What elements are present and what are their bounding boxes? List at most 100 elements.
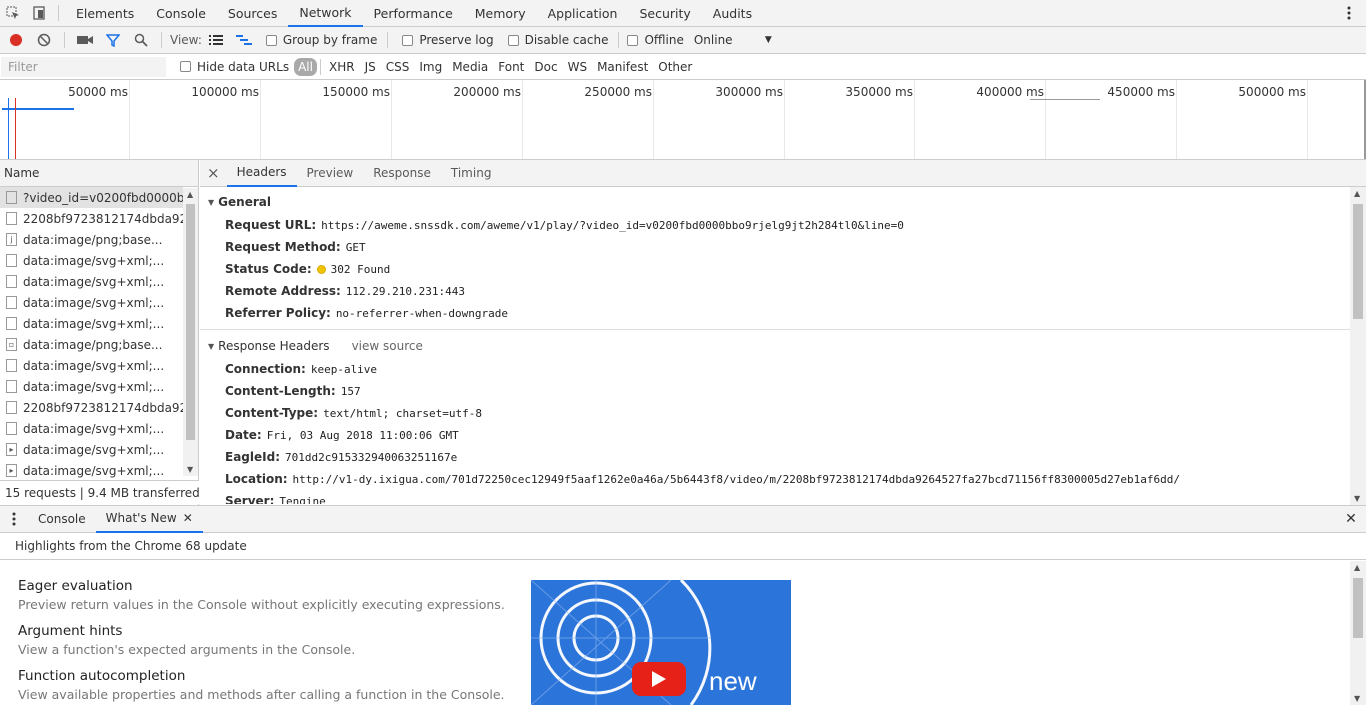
header-row-remote-address: Remote Address: 112.29.210.231:443 xyxy=(208,280,1350,302)
filter-type-css[interactable]: CSS xyxy=(381,58,415,76)
offline-checkbox[interactable]: Offline xyxy=(627,33,684,47)
filter-type-ws[interactable]: WS xyxy=(563,58,592,76)
filter-type-media[interactable]: Media xyxy=(447,58,493,76)
throttling-select[interactable]: Online ▼ xyxy=(694,33,772,47)
tab-memory[interactable]: Memory xyxy=(464,0,537,27)
tab-console[interactable]: Console xyxy=(145,0,217,27)
detail-scrollbar[interactable]: ▲ ▼ xyxy=(1350,187,1366,505)
file-type-icon xyxy=(6,212,17,225)
youtube-play-icon[interactable] xyxy=(632,662,686,696)
request-row[interactable]: data:image/svg+xml;... xyxy=(0,271,183,292)
drawer-scrollbar[interactable]: ▲ ▼ xyxy=(1350,561,1366,705)
scrollbar-thumb[interactable] xyxy=(1353,204,1363,319)
preserve-log-checkbox[interactable]: Preserve log xyxy=(402,33,494,47)
request-name: data:image/svg+xml;... xyxy=(23,274,165,289)
more-options-icon[interactable] xyxy=(1336,0,1362,26)
header-key: Date: xyxy=(225,428,262,442)
tab-elements[interactable]: Elements xyxy=(65,0,145,27)
filter-type-img[interactable]: Img xyxy=(414,58,447,76)
tab-network[interactable]: Network xyxy=(288,0,363,27)
hide-data-urls-checkbox[interactable]: Hide data URLs xyxy=(180,60,289,74)
tab-headers[interactable]: Headers xyxy=(226,160,297,187)
request-row[interactable]: data:image/svg+xml;... xyxy=(0,376,183,397)
request-row[interactable]: 2208bf9723812174dbda92645 xyxy=(0,397,183,418)
whats-new-video-thumbnail[interactable]: new xyxy=(531,580,791,705)
request-row[interactable]: 2208bf9723812174dbda92645 xyxy=(0,208,183,229)
scroll-down-arrow-icon[interactable]: ▼ xyxy=(1354,494,1360,503)
request-row[interactable]: data:image/svg+xml;... xyxy=(0,418,183,439)
response-headers-section-header[interactable]: ▼ Response Headers view source xyxy=(208,334,1350,358)
disable-cache-checkbox[interactable]: Disable cache xyxy=(507,33,608,47)
tab-application[interactable]: Application xyxy=(537,0,629,27)
request-row[interactable]: ▫ data:image/png;base... xyxy=(0,334,183,355)
scroll-up-arrow-icon[interactable]: ▲ xyxy=(1354,189,1360,198)
tab-sources[interactable]: Sources xyxy=(217,0,288,27)
scroll-up-arrow-icon[interactable]: ▲ xyxy=(187,190,193,199)
view-label: View: xyxy=(170,33,202,47)
tab-response[interactable]: Response xyxy=(363,160,441,187)
timeline-tick-label: 200000 ms xyxy=(453,85,521,99)
tab-audits[interactable]: Audits xyxy=(702,0,763,27)
waterfall-view-icon[interactable] xyxy=(230,27,258,53)
toolbar-separator xyxy=(64,32,65,48)
request-row[interactable]: j data:image/png;base... xyxy=(0,229,183,250)
header-value: 701dd2c915332940063251167e xyxy=(285,450,458,464)
group-by-frame-checkbox[interactable]: Group by frame xyxy=(265,33,378,47)
tab-performance[interactable]: Performance xyxy=(363,0,464,27)
filter-input[interactable]: Filter xyxy=(1,56,166,77)
whats-new-label: What's New xyxy=(105,511,177,525)
timeline-tick-label: 300000 ms xyxy=(715,85,783,99)
request-row[interactable]: data:image/svg+xml;... xyxy=(0,313,183,334)
clear-button[interactable] xyxy=(30,27,58,53)
tab-preview[interactable]: Preview xyxy=(297,160,364,187)
close-detail-icon[interactable]: × xyxy=(200,160,227,187)
timeline-tick-label: 250000 ms xyxy=(584,85,652,99)
tab-timing[interactable]: Timing xyxy=(441,160,502,187)
general-section-header[interactable]: ▼ General xyxy=(208,190,1350,214)
close-tab-icon[interactable]: ✕ xyxy=(183,511,193,525)
request-list-scrollbar[interactable]: ▲ ▼ xyxy=(183,188,198,476)
timeline-overview[interactable]: 50000 ms 100000 ms 150000 ms 200000 ms 2… xyxy=(0,80,1366,160)
filter-type-manifest[interactable]: Manifest xyxy=(592,58,653,76)
group-by-frame-label: Group by frame xyxy=(282,33,378,47)
large-rows-icon[interactable] xyxy=(202,27,230,53)
close-drawer-icon[interactable]: ✕ xyxy=(1336,511,1366,527)
scroll-down-arrow-icon[interactable]: ▼ xyxy=(187,465,193,474)
device-toolbar-icon[interactable] xyxy=(26,0,52,26)
general-section: ▼ General Request URL: https://aweme.snss… xyxy=(200,187,1350,324)
request-row[interactable]: data:image/svg+xml;... xyxy=(0,355,183,376)
request-name: data:image/svg+xml;... xyxy=(23,253,165,268)
file-type-icon xyxy=(6,254,17,267)
request-row[interactable]: ▸ data:image/svg+xml;... xyxy=(0,460,183,481)
scrollbar-thumb[interactable] xyxy=(186,204,195,440)
timeline-tick-label: 500000 ms xyxy=(1238,85,1306,99)
checkbox-box xyxy=(402,34,414,46)
filter-icon[interactable] xyxy=(99,27,127,53)
inspect-element-icon[interactable] xyxy=(0,0,26,26)
filter-type-font[interactable]: Font xyxy=(493,58,529,76)
scroll-up-arrow-icon[interactable]: ▲ xyxy=(1354,563,1360,572)
drawer-tab-whats-new[interactable]: What's New ✕ xyxy=(95,506,203,533)
request-row[interactable]: ?video_id=v0200fbd0000bbo9 xyxy=(0,187,183,208)
name-column-header[interactable]: Name xyxy=(0,160,198,187)
view-source-link[interactable]: view source xyxy=(352,339,423,353)
capture-screenshots-icon[interactable] xyxy=(71,27,99,53)
feature-argument-hints: Argument hints View a function's expecte… xyxy=(18,623,355,657)
filter-type-all[interactable]: All xyxy=(294,57,317,76)
request-rows: ?video_id=v0200fbd0000bbo9 2208bf97238121… xyxy=(0,187,198,481)
search-icon[interactable] xyxy=(127,27,155,53)
filter-type-other[interactable]: Other xyxy=(653,58,697,76)
scrollbar-thumb[interactable] xyxy=(1353,578,1363,638)
filter-type-xhr[interactable]: XHR xyxy=(324,58,360,76)
request-row[interactable]: data:image/svg+xml;... xyxy=(0,292,183,313)
filter-type-js[interactable]: JS xyxy=(360,58,381,76)
filter-type-doc[interactable]: Doc xyxy=(529,58,562,76)
scroll-down-arrow-icon[interactable]: ▼ xyxy=(1354,694,1360,703)
record-button[interactable] xyxy=(2,27,30,53)
request-row[interactable]: data:image/svg+xml;... xyxy=(0,250,183,271)
request-bar xyxy=(1030,99,1100,100)
drawer-tab-console[interactable]: Console xyxy=(28,506,96,533)
request-row[interactable]: ▸ data:image/svg+xml;... xyxy=(0,439,183,460)
drawer-menu-icon[interactable] xyxy=(0,512,28,526)
tab-security[interactable]: Security xyxy=(628,0,701,27)
